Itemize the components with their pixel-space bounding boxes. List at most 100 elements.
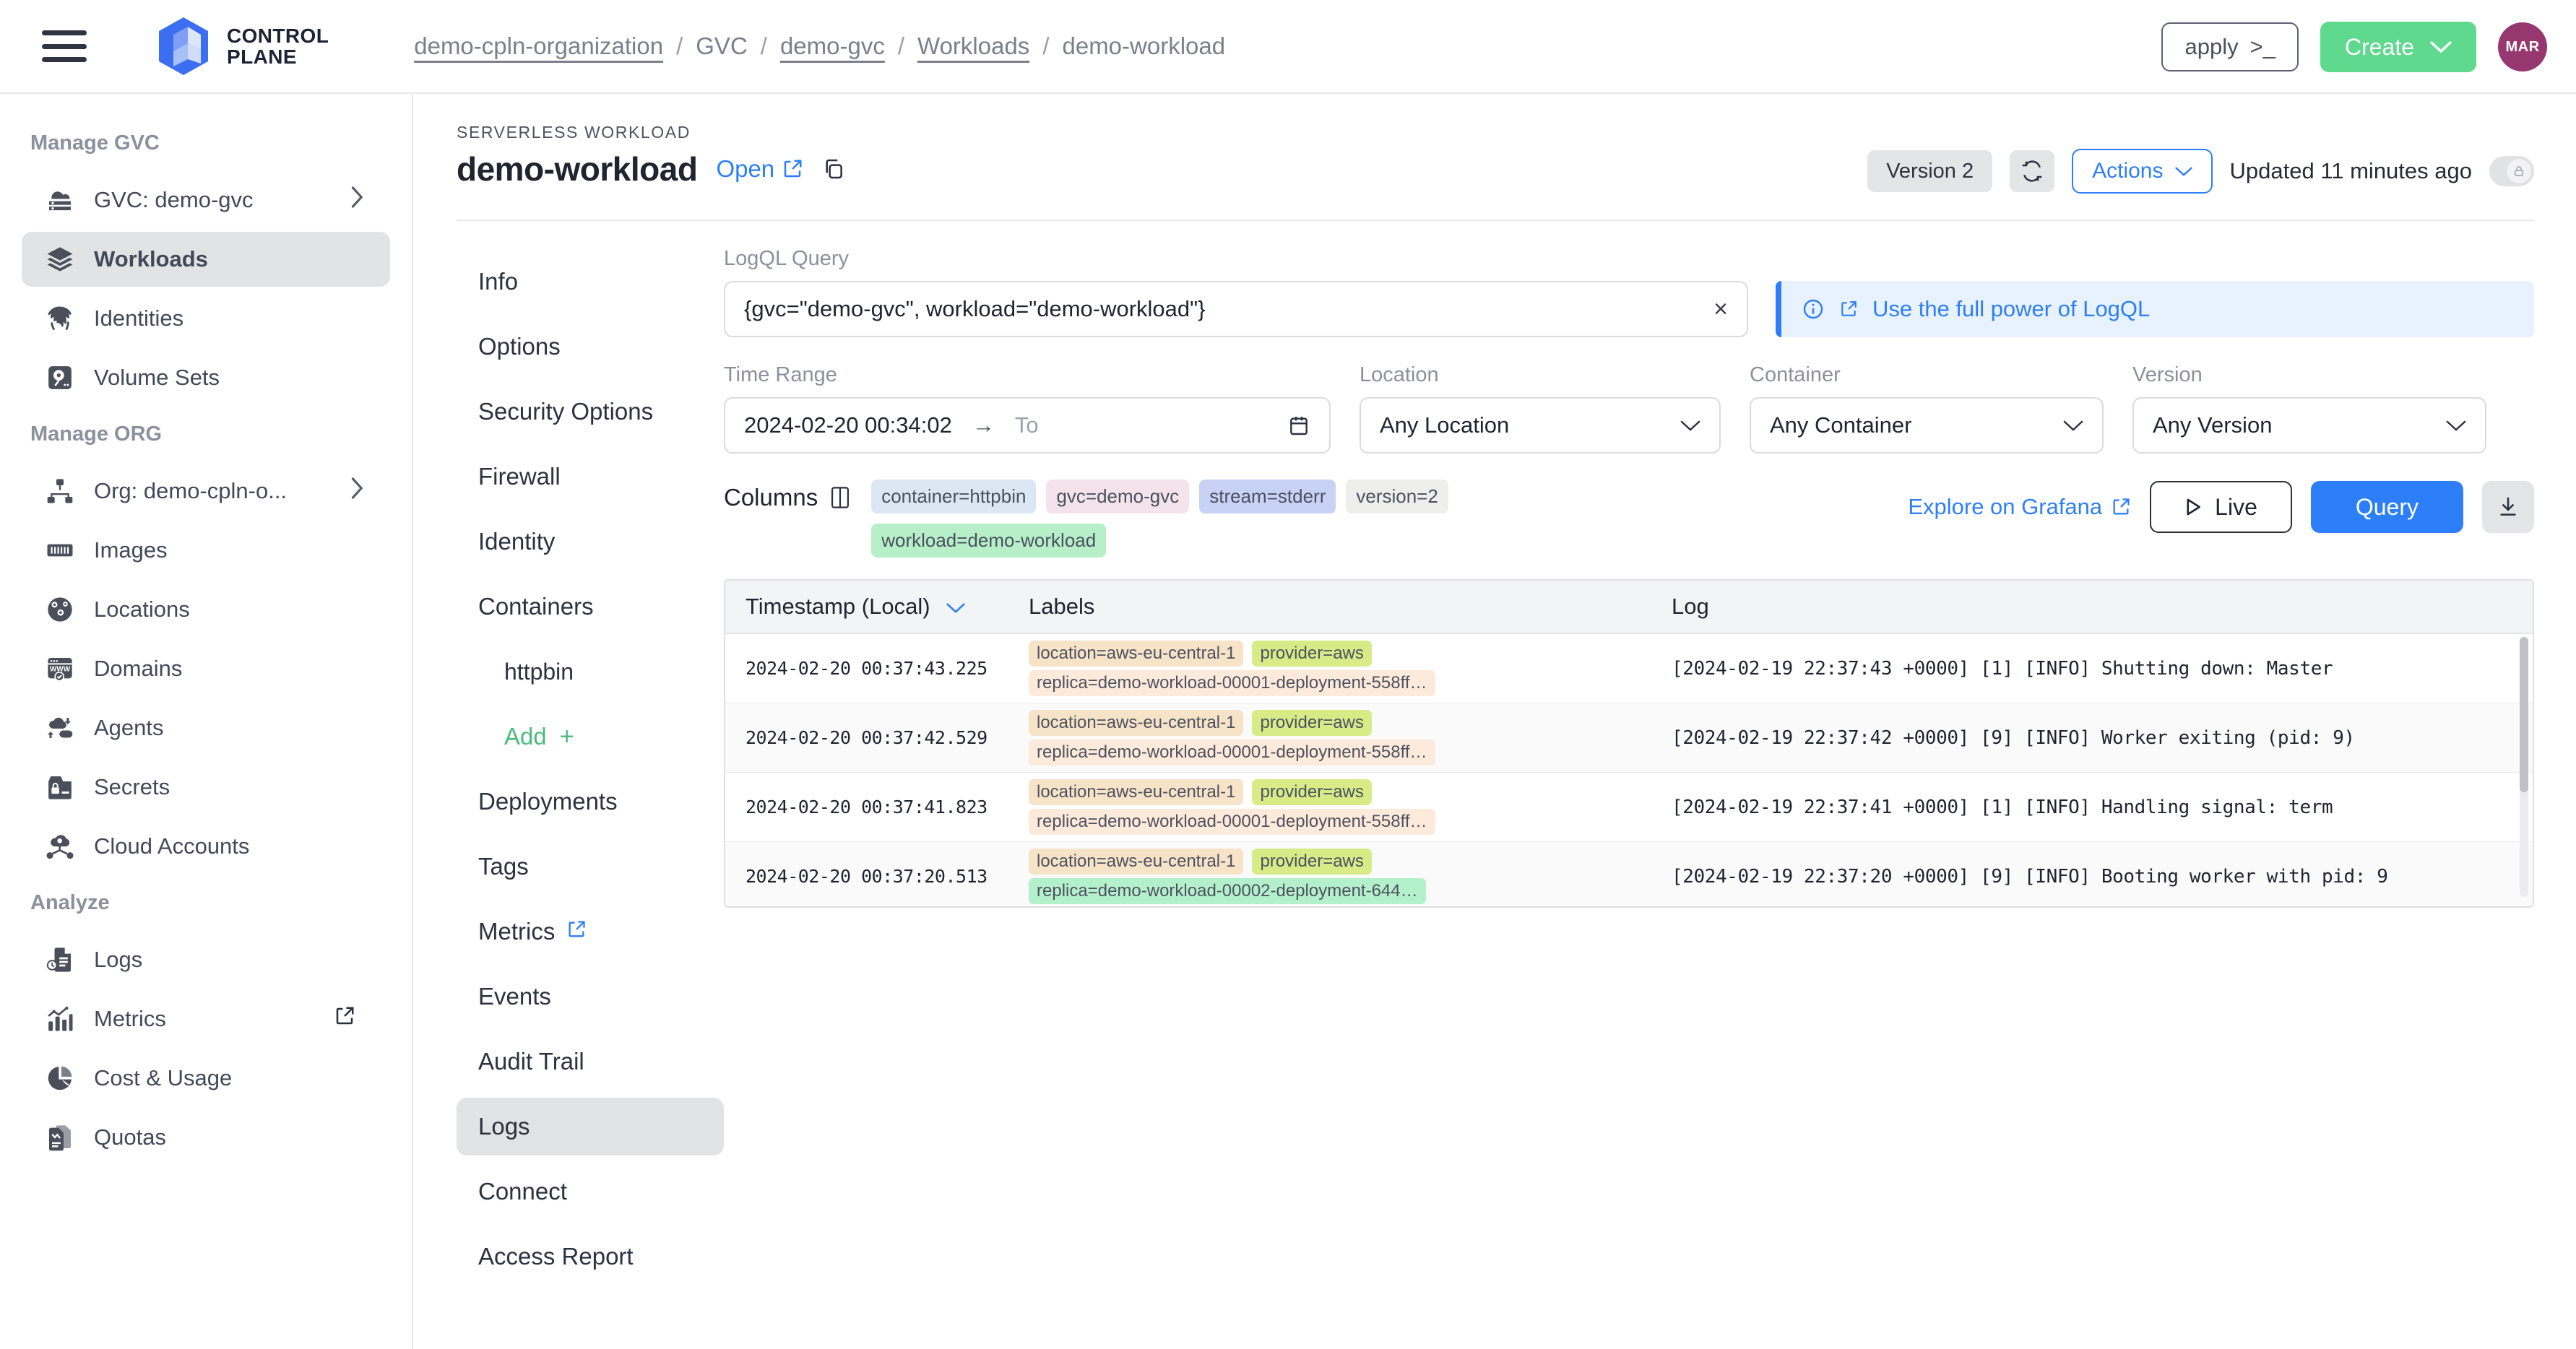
explore-on-grafana-link[interactable]: Explore on Grafana xyxy=(1908,494,2131,520)
subnav-item-metrics[interactable]: Metrics xyxy=(457,903,724,960)
subnav-item-access-report[interactable]: Access Report xyxy=(457,1228,724,1285)
top-bar: CONTROL PLANE demo-cpln-organization/GVC… xyxy=(0,0,2576,94)
sidebar-item-cost-usage[interactable]: Cost & Usage xyxy=(22,1051,390,1106)
log-label-chip[interactable]: replica=demo-workload-00001-deployment-5… xyxy=(1029,809,1435,835)
log-label-chip[interactable]: replica=demo-workload-00002-deployment-6… xyxy=(1029,878,1426,904)
actions-button-label: Actions xyxy=(2092,159,2163,183)
time-range-input[interactable]: 2024-02-20 00:34:02 → To xyxy=(724,397,1331,454)
sidebar-item-identities[interactable]: Identities xyxy=(22,291,390,346)
subnav-item-identity[interactable]: Identity xyxy=(457,513,724,571)
clear-icon[interactable]: × xyxy=(1713,297,1728,321)
table-row[interactable]: 2024-02-20 00:37:42.529location=aws-eu-c… xyxy=(725,703,2533,773)
logs-scrollbar[interactable] xyxy=(2520,637,2528,897)
breadcrumb-separator: / xyxy=(898,32,904,60)
log-label-chip[interactable]: location=aws-eu-central-1 xyxy=(1029,779,1243,805)
hamburger-menu-icon[interactable] xyxy=(42,30,87,62)
logql-info-banner[interactable]: Use the full power of LogQL xyxy=(1776,281,2534,337)
create-button[interactable]: Create xyxy=(2320,22,2476,72)
query-button[interactable]: Query xyxy=(2311,481,2463,533)
location-select[interactable]: Any Location xyxy=(1360,397,1721,454)
log-label-chip[interactable]: provider=aws xyxy=(1252,641,1371,667)
lock-toggle[interactable] xyxy=(2489,156,2534,186)
column-header-timestamp[interactable]: Timestamp (Local) xyxy=(725,594,1029,620)
filter-chip[interactable]: workload=demo-workload xyxy=(871,524,1106,558)
filter-chip[interactable]: gvc=demo-gvc xyxy=(1046,480,1189,513)
sidebar-item-secrets[interactable]: Secrets xyxy=(22,760,390,815)
pie-chart-icon xyxy=(45,1063,75,1093)
sidebar-item-cloud-accounts[interactable]: Cloud Accounts xyxy=(22,819,390,874)
breadcrumb-item-workloads[interactable]: Workloads xyxy=(917,32,1029,60)
download-button[interactable] xyxy=(2482,481,2534,533)
control-plane-logo-icon xyxy=(156,16,211,77)
subnav-item-tags[interactable]: Tags xyxy=(457,838,724,895)
sidebar-item-org-demo-cpln-o-[interactable]: Org: demo-cpln-o... xyxy=(22,464,390,519)
live-button-label: Live xyxy=(2215,494,2257,521)
sidebar-item-domains[interactable]: WWW Domains xyxy=(22,641,390,696)
container-select[interactable]: Any Container xyxy=(1750,397,2104,454)
breadcrumb-item-demo-gvc[interactable]: demo-gvc xyxy=(780,32,885,60)
log-label-chip[interactable]: provider=aws xyxy=(1252,710,1371,736)
logql-input[interactable] xyxy=(744,296,1713,322)
sidebar-item-metrics[interactable]: Metrics xyxy=(22,992,390,1046)
filter-chip[interactable]: version=2 xyxy=(1346,480,1448,513)
columns-icon xyxy=(831,487,850,508)
calendar-icon[interactable] xyxy=(1287,414,1310,437)
sidebar-item-agents[interactable]: Agents xyxy=(22,700,390,755)
subnav-item-logs[interactable]: Logs xyxy=(457,1098,724,1155)
apply-button[interactable]: apply >_ xyxy=(2161,22,2298,71)
actions-button[interactable]: Actions xyxy=(2072,149,2212,194)
columns-control[interactable]: Columns xyxy=(724,478,850,511)
refresh-icon xyxy=(2020,160,2044,183)
version-select[interactable]: Any Version xyxy=(2132,397,2486,454)
subnav-item-httpbin[interactable]: httpbin xyxy=(457,643,724,700)
sidebar-item-images[interactable]: Images xyxy=(22,523,390,578)
subnav-item-firewall[interactable]: Firewall xyxy=(457,448,724,506)
table-row[interactable]: 2024-02-20 00:37:43.225location=aws-eu-c… xyxy=(725,634,2533,703)
subnav-item-info[interactable]: Info xyxy=(457,253,724,311)
log-label-chip[interactable]: provider=aws xyxy=(1252,779,1371,805)
brand-logo[interactable]: CONTROL PLANE xyxy=(156,16,329,77)
live-button[interactable]: Live xyxy=(2150,481,2292,533)
sidebar-item-volume-sets[interactable]: Volume Sets xyxy=(22,350,390,405)
sidebar-item-gvc-demo-gvc[interactable]: GVC: demo-gvc xyxy=(22,173,390,227)
sidebar-item-label: Logs xyxy=(94,947,142,973)
table-row[interactable]: 2024-02-20 00:37:20.513location=aws-eu-c… xyxy=(725,842,2533,908)
open-link[interactable]: Open xyxy=(716,155,803,183)
version-badge[interactable]: Version 2 xyxy=(1867,150,1992,192)
brand-line-1: CONTROL xyxy=(227,25,329,46)
subnav-item-security-options[interactable]: Security Options xyxy=(457,383,724,441)
container-field: Container Any Container xyxy=(1750,363,2104,454)
log-label-chip[interactable]: provider=aws xyxy=(1252,849,1371,875)
refresh-button[interactable] xyxy=(2010,150,2054,192)
scrollbar-thumb[interactable] xyxy=(2520,637,2528,792)
avatar[interactable]: MAR xyxy=(2498,22,2547,71)
log-label-chip[interactable]: location=aws-eu-central-1 xyxy=(1029,849,1243,875)
sidebar-item-locations[interactable]: Locations xyxy=(22,582,390,637)
subnav-item-events[interactable]: Events xyxy=(457,968,724,1025)
sidebar-item-label: Domains xyxy=(94,656,182,682)
sidebar-item-quotas[interactable]: Quotas xyxy=(22,1110,390,1165)
page-title: demo-workload xyxy=(457,149,697,188)
subnav-item-add[interactable]: Add+ xyxy=(457,708,724,765)
table-row[interactable]: 2024-02-20 00:37:41.823location=aws-eu-c… xyxy=(725,773,2533,842)
column-header-log[interactable]: Log xyxy=(1672,594,2533,620)
sidebar-section-title-analyze: Analyze xyxy=(0,878,412,928)
column-header-labels[interactable]: Labels xyxy=(1029,594,1672,620)
sidebar-item-workloads[interactable]: Workloads xyxy=(22,232,390,287)
copy-icon[interactable] xyxy=(822,157,845,181)
subnav-item-audit-trail[interactable]: Audit Trail xyxy=(457,1033,724,1090)
log-label-chip[interactable]: replica=demo-workload-00001-deployment-5… xyxy=(1029,670,1435,696)
browser-www-icon: WWW xyxy=(45,654,75,684)
subnav-item-connect[interactable]: Connect xyxy=(457,1163,724,1220)
subnav-item-containers[interactable]: Containers xyxy=(457,578,724,636)
breadcrumb-item-demo-cpln-organization[interactable]: demo-cpln-organization xyxy=(414,32,663,60)
subnav-item-deployments[interactable]: Deployments xyxy=(457,773,724,830)
log-label-line: location=aws-eu-central-1 provider=aws xyxy=(1029,641,1672,667)
filter-chip[interactable]: stream=stderr xyxy=(1199,480,1336,513)
sidebar-item-logs[interactable]: Logs xyxy=(22,932,390,987)
log-label-chip[interactable]: location=aws-eu-central-1 xyxy=(1029,641,1243,667)
subnav-item-options[interactable]: Options xyxy=(457,318,724,376)
log-label-chip[interactable]: replica=demo-workload-00001-deployment-5… xyxy=(1029,739,1435,765)
log-label-chip[interactable]: location=aws-eu-central-1 xyxy=(1029,710,1243,736)
filter-chip[interactable]: container=httpbin xyxy=(871,480,1036,513)
